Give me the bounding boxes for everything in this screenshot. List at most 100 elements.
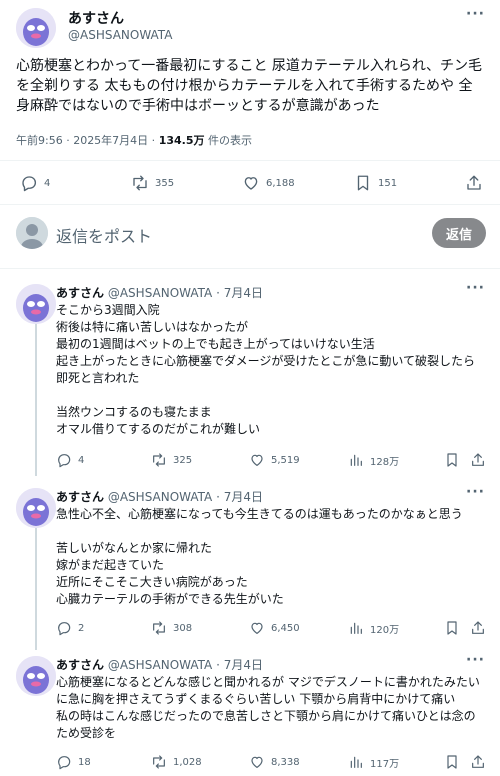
reply-post: あすさん @ASHSANOWATA · 7月4日 ··· 心筋梗塞になるとどんな… — [0, 652, 500, 774]
reply-header: あすさん @ASHSANOWATA · 7月4日 — [56, 284, 263, 301]
reply-count: 4 — [44, 177, 51, 189]
bookmark-icon — [447, 755, 457, 769]
more-options-icon[interactable]: ··· — [466, 484, 485, 500]
separator: · — [212, 286, 224, 300]
bookmark-button[interactable] — [444, 620, 460, 636]
reply-text: 急性心不全、心筋梗塞になっても今生きてるのは運もあったのかなぁと思う 苦しいがな… — [56, 507, 463, 606]
repost-button[interactable]: 325 — [151, 452, 192, 468]
views-button[interactable]: 128万 — [348, 452, 399, 468]
views-label: 件の表示 — [204, 134, 252, 147]
like-count: 6,188 — [266, 177, 295, 189]
action-bar: 4 325 5,519 128万 — [56, 452, 486, 470]
share-icon — [472, 755, 484, 768]
reply-header: あすさん @ASHSANOWATA · 7月4日 — [56, 656, 263, 673]
reply-count: 4 — [78, 454, 85, 466]
share-icon — [472, 621, 484, 634]
views-button[interactable]: 120万 — [348, 620, 399, 636]
bookmark-button[interactable] — [444, 452, 460, 468]
bookmark-icon — [447, 453, 457, 467]
author-name[interactable]: あすさん — [56, 286, 104, 300]
author-handle[interactable]: @ASHSANOWATA — [68, 28, 172, 42]
reply-input[interactable]: 返信をポスト — [56, 223, 152, 247]
reply-icon — [58, 622, 71, 636]
bookmark-button[interactable] — [444, 754, 460, 770]
analytics-icon — [350, 454, 362, 466]
author-handle[interactable]: @ASHSANOWATA — [108, 286, 212, 300]
bookmark-count: 151 — [378, 177, 398, 189]
separator: · — [212, 658, 224, 672]
reply-text: そこから3週間入院 術後は特に痛い苦しいはなかったが 最初の1週間はベットの上で… — [56, 303, 476, 436]
reply-post: あすさん @ASHSANOWATA · 7月4日 ··· そこから3週間入院 術… — [0, 280, 500, 470]
reply-icon — [58, 756, 71, 770]
reply-button[interactable]: 18 — [56, 754, 91, 770]
views-count: 134.5万 — [158, 134, 205, 147]
views-count: 128万 — [370, 456, 400, 468]
author-avatar[interactable] — [16, 656, 56, 696]
post-timestamp[interactable]: 午前9:56 · 2025年7月4日 · — [16, 134, 159, 147]
post-text: 心筋梗塞とわかって一番最初にすること 尿道カテーテル入れられ、チン毛を全剃りする… — [16, 58, 483, 114]
repost-button[interactable]: 308 — [151, 620, 192, 636]
repost-button[interactable]: 355 — [131, 174, 174, 192]
reply-count: 18 — [78, 756, 91, 768]
reply-header: あすさん @ASHSANOWATA · 7月4日 — [56, 488, 263, 505]
share-button[interactable] — [470, 754, 486, 770]
like-button[interactable]: 6,188 — [242, 174, 295, 192]
author-name[interactable]: あすさん — [68, 8, 124, 28]
repost-icon — [153, 621, 165, 635]
repost-icon — [153, 755, 165, 769]
reply-icon — [58, 454, 71, 468]
analytics-icon — [350, 756, 362, 768]
repost-count: 325 — [173, 454, 193, 466]
analytics-icon — [350, 622, 362, 634]
like-count: 6,450 — [271, 622, 300, 634]
author-name[interactable]: あすさん — [56, 490, 104, 504]
views-count: 117万 — [370, 758, 400, 770]
author-name[interactable]: あすさん — [56, 658, 104, 672]
reply-button[interactable]: 2 — [56, 620, 84, 636]
like-button[interactable]: 8,338 — [249, 754, 300, 770]
like-button[interactable]: 6,450 — [249, 620, 300, 636]
separator: · — [212, 490, 224, 504]
author-avatar[interactable] — [16, 488, 56, 528]
bookmark-icon — [357, 175, 369, 191]
more-options-icon[interactable]: ··· — [466, 280, 485, 296]
share-button[interactable] — [470, 620, 486, 636]
more-options-icon[interactable]: ··· — [466, 6, 485, 22]
reply-date[interactable]: 7月4日 — [224, 658, 263, 672]
like-icon — [251, 622, 263, 634]
author-handle[interactable]: @ASHSANOWATA — [108, 658, 212, 672]
like-count: 8,338 — [271, 756, 300, 768]
author-handle[interactable]: @ASHSANOWATA — [108, 490, 212, 504]
reply-composer: 返信をポスト 返信 — [0, 205, 500, 263]
like-icon — [251, 454, 263, 466]
reply-icon — [22, 176, 37, 192]
repost-count: 355 — [155, 177, 175, 189]
repost-button[interactable]: 1,028 — [151, 754, 202, 770]
bookmark-button[interactable]: 151 — [354, 174, 397, 192]
reply-button[interactable]: 4 — [20, 174, 50, 192]
reply-submit-button[interactable]: 返信 — [432, 218, 486, 248]
like-icon — [251, 756, 263, 768]
divider — [0, 160, 500, 161]
views-count: 120万 — [370, 624, 400, 636]
author-avatar[interactable] — [16, 8, 56, 48]
like-icon — [244, 177, 258, 190]
author-avatar[interactable] — [16, 284, 56, 324]
post-meta: 午前9:56 · 2025年7月4日 · 134.5万 件の表示 — [16, 132, 252, 148]
like-count: 5,519 — [271, 454, 300, 466]
share-icon — [472, 453, 484, 466]
reply-post: あすさん @ASHSANOWATA · 7月4日 ··· 急性心不全、心筋梗塞に… — [0, 484, 500, 644]
reply-button[interactable]: 4 — [56, 452, 84, 468]
repost-count: 1,028 — [173, 756, 202, 768]
share-button[interactable] — [465, 174, 483, 192]
like-button[interactable]: 5,519 — [249, 452, 300, 468]
repost-count: 308 — [173, 622, 193, 634]
reply-date[interactable]: 7月4日 — [224, 286, 263, 300]
main-post: あすさん @ASHSANOWATA ··· 心筋梗塞とわかって一番最初にすること… — [0, 0, 500, 196]
reply-date[interactable]: 7月4日 — [224, 490, 263, 504]
views-button[interactable]: 117万 — [348, 754, 399, 770]
share-icon — [467, 175, 481, 190]
user-avatar[interactable] — [16, 217, 48, 249]
more-options-icon[interactable]: ··· — [466, 652, 485, 668]
share-button[interactable] — [470, 452, 486, 468]
